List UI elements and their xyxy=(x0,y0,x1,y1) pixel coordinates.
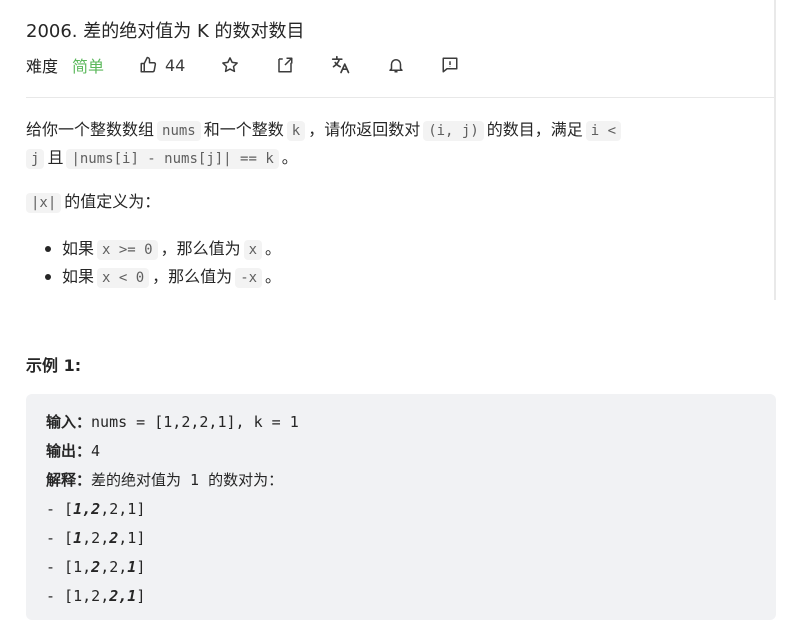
thumbs-up-icon xyxy=(140,56,157,73)
pair-value: 2 xyxy=(91,529,101,547)
bullet-text: 。 xyxy=(265,267,282,286)
output-label: 输出： xyxy=(46,442,92,460)
pair-list: - [1,2,2,1] - [1,2,2,1] - [1,2,2,1] - [1,2,… xyxy=(46,495,756,611)
pair-value: 2 xyxy=(109,529,119,547)
bullet-text: ，那么值为 xyxy=(160,239,241,258)
share-icon xyxy=(278,57,293,73)
bullet-text: 。 xyxy=(265,239,282,258)
like-button[interactable]: 44 xyxy=(139,52,185,78)
feedback-icon xyxy=(442,57,458,73)
list-item: 如果 x < 0 ，那么值为 -x。 xyxy=(44,263,282,291)
description-line-2: j 且 |nums[i] - nums[j]| == k。 xyxy=(26,146,298,171)
pair-value: 1 xyxy=(73,558,83,576)
pair-line: - [1,2,2,1] xyxy=(46,529,146,547)
pair-value: 2 xyxy=(109,558,119,576)
meta-bar: 难度 简单 44 xyxy=(26,52,746,78)
favorite-button[interactable] xyxy=(221,52,239,78)
star-icon xyxy=(222,57,238,73)
example-output-line: 输出：4 xyxy=(46,437,756,466)
scrollbar[interactable] xyxy=(774,0,776,300)
pair-value: 1 xyxy=(127,500,137,518)
translate-icon xyxy=(331,55,350,74)
share-button[interactable] xyxy=(276,52,294,78)
pair-value: 2 xyxy=(91,587,101,605)
example-input-line: 输入：nums = [1,2,2,1], k = 1 xyxy=(46,408,756,437)
desc-text: 。 xyxy=(281,148,298,167)
bullet-text: 如果 xyxy=(62,267,95,286)
explain-value: 差的绝对值为 1 的数对为： xyxy=(91,471,284,489)
inline-code: i < xyxy=(585,121,622,141)
pair-value: 2 xyxy=(91,558,101,576)
like-count: 44 xyxy=(165,55,186,75)
input-label: 输入： xyxy=(46,413,92,431)
pair-value: 2 xyxy=(109,587,119,605)
output-value: 4 xyxy=(91,442,101,460)
pair-value: 1 xyxy=(127,558,137,576)
description-line-1: 给你一个整数数组 nums 和一个整数 k ，请你返回数对 (i, j) 的数目，满足 i < xyxy=(26,118,624,143)
definition-list: 如果 x >= 0 ，那么值为 x。 如果 x < 0 ，那么值为 -x。 xyxy=(44,235,282,291)
pair-value: 1 xyxy=(73,500,83,518)
divider xyxy=(26,97,776,98)
desc-text: 的值定义为： xyxy=(64,192,161,211)
feedback-button[interactable] xyxy=(441,52,459,78)
inline-code: |nums[i] - nums[j]| == k xyxy=(66,149,279,169)
inline-code: nums xyxy=(157,121,201,141)
inline-code: x < 0 xyxy=(97,268,150,288)
list-item: 如果 x >= 0 ，那么值为 x。 xyxy=(44,235,282,263)
bullet-text: 如果 xyxy=(62,239,95,258)
pair-value: 1 xyxy=(127,529,137,547)
pair-line: - [1,2,2,1] xyxy=(46,587,146,605)
pair-value: 1 xyxy=(73,587,83,605)
pair-line: - [1,2,2,1] xyxy=(46,558,146,576)
pair-value: 1 xyxy=(73,529,83,547)
example-explain-line: 解释：差的绝对值为 1 的数对为： xyxy=(46,466,756,495)
subscribe-button[interactable] xyxy=(387,52,405,78)
bell-icon xyxy=(389,59,403,73)
example-title: 示例 1: xyxy=(26,356,82,375)
inline-code: -x xyxy=(235,268,263,288)
desc-text: ，请你返回数对 xyxy=(308,120,421,139)
inline-code: |x| xyxy=(26,193,62,213)
bullet-text: ，那么值为 xyxy=(152,267,233,286)
pair-value: 2 xyxy=(91,500,101,518)
pair-value: 2 xyxy=(109,500,119,518)
inline-code: k xyxy=(286,121,306,141)
example-code-block: 输入：nums = [1,2,2,1], k = 1 输出：4 解释：差的绝对值… xyxy=(26,394,776,620)
pair-line: - [1,2,2,1] xyxy=(46,500,146,518)
difficulty-label: 难度 xyxy=(26,57,59,76)
desc-text: 和一个整数 xyxy=(203,120,284,139)
desc-text: 的数目，满足 xyxy=(486,120,583,139)
translate-button[interactable] xyxy=(331,52,351,78)
explain-label: 解释： xyxy=(46,471,92,489)
difficulty-value: 简单 xyxy=(72,57,105,76)
inline-code: (i, j) xyxy=(423,121,484,141)
inline-code: x >= 0 xyxy=(97,240,158,260)
input-value: nums = [1,2,2,1], k = 1 xyxy=(91,413,299,431)
pair-value: 1 xyxy=(127,587,137,605)
description-line-3: |x| 的值定义为： xyxy=(26,190,160,215)
desc-text: 给你一个整数数组 xyxy=(26,120,155,139)
desc-text: 且 xyxy=(47,148,64,167)
inline-code: j xyxy=(26,149,45,169)
inline-code: x xyxy=(243,240,263,260)
problem-title: 2006. 差的绝对值为 K 的数对数目 xyxy=(26,21,305,42)
